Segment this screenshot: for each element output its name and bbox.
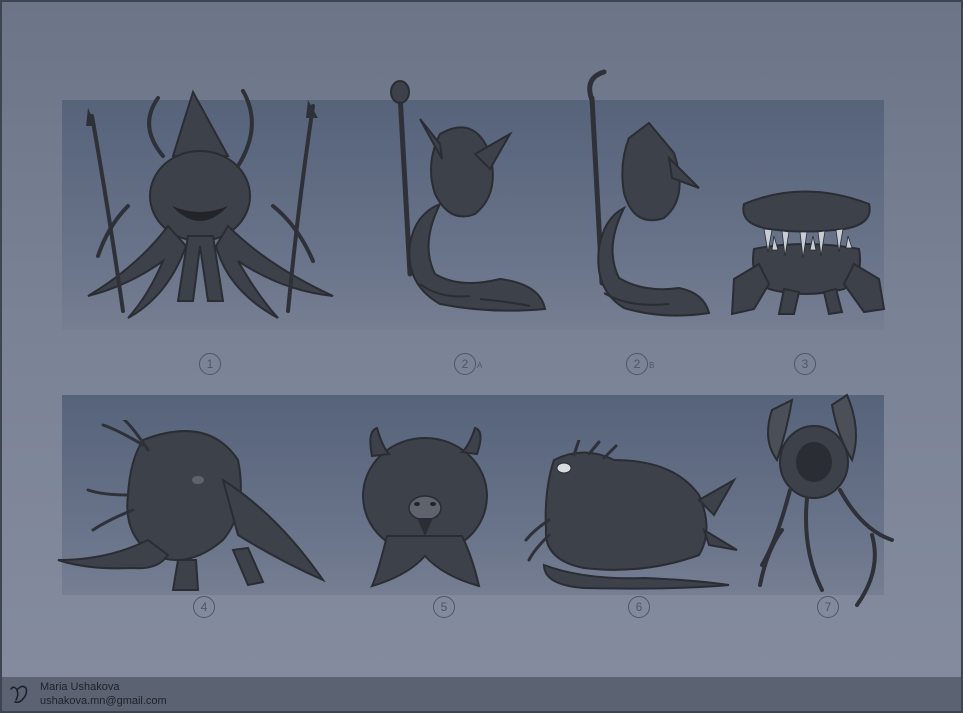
creature-6-icon (524, 440, 738, 590)
creature-5-sketch (347, 426, 505, 590)
label-3: 3 (794, 353, 816, 375)
label-7: 7 (817, 596, 839, 618)
label-2b: 2B (626, 353, 654, 375)
creature-2a-sketch (380, 74, 550, 324)
label-1: 1 (199, 353, 221, 375)
label-2a: 2A (454, 353, 482, 375)
label-5: 5 (433, 596, 455, 618)
creature-3-icon (730, 190, 886, 316)
concept-sheet: 1 2A 2 B 3 4 5 6 7 Maria Ushakova ushako… (0, 0, 963, 713)
creature-2b-icon (587, 69, 711, 317)
creature-2b-sketch (574, 68, 714, 324)
creature-3-sketch (724, 184, 889, 319)
creature-1-sketch (68, 86, 348, 326)
creature-5-icon (362, 426, 488, 588)
author-name: Maria Ushakova (40, 681, 120, 693)
creature-7-sketch (752, 390, 904, 610)
creature-7-icon (758, 393, 894, 607)
label-4: 4 (193, 596, 215, 618)
author-email: ushakova.mn@gmail.com (40, 695, 167, 707)
signature-footer: Maria Ushakova ushakova.mn@gmail.com (2, 677, 961, 711)
creature-1-icon (86, 89, 334, 319)
creature-4-icon (57, 420, 326, 591)
signature-icon (10, 685, 28, 704)
label-6: 6 (628, 596, 650, 618)
creature-6-sketch (524, 440, 739, 590)
creature-2a-icon (390, 80, 547, 312)
creature-4-sketch (48, 420, 328, 592)
